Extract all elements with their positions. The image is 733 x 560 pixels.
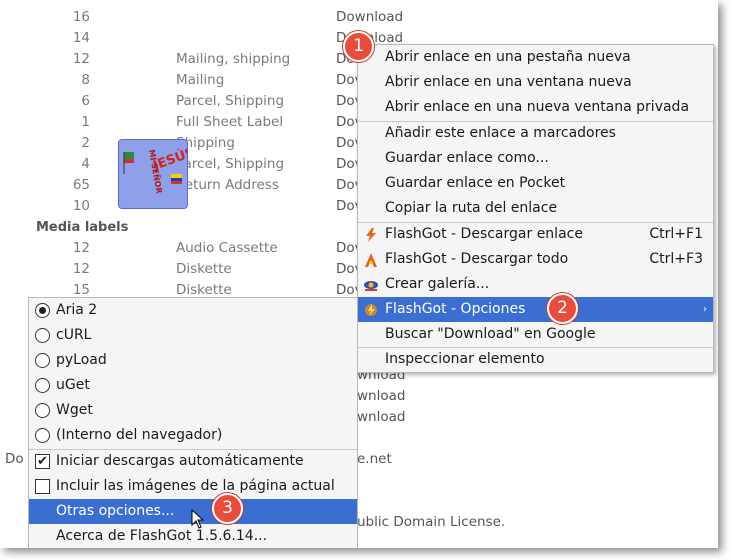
menu-flashgot-download-link[interactable]: FlashGot - Descargar enlace Ctrl+F1 [358, 222, 713, 247]
menu-item-label: Crear galería... [385, 276, 490, 292]
gallery-eye-icon [364, 281, 378, 291]
table-cell-count: 10 [72, 198, 90, 214]
menu-save-pocket[interactable]: Guardar enlace en Pocket [358, 171, 713, 196]
radio-label: pyLoad [56, 352, 107, 368]
radio-wget[interactable]: Wget [29, 398, 357, 423]
table-cell-label: Parcel, Shipping [176, 93, 285, 109]
table-cell-count: 1 [81, 114, 90, 130]
radio-label: uGet [56, 377, 90, 393]
section-header: Media labels [36, 220, 129, 235]
menu-open-private-window[interactable]: Abrir enlace en una nueva ventana privad… [358, 95, 713, 120]
checkbox-label: Incluir las imágenes de la página actual [56, 478, 335, 494]
table-cell-label: Full Sheet Label [176, 114, 284, 130]
radio-aria2[interactable]: Aria 2 [29, 298, 357, 323]
checkbox-icon [35, 479, 50, 494]
download-link[interactable]: wnload [357, 388, 405, 404]
table-cell-count: 4 [81, 156, 90, 172]
menu-item-label: Inspeccionar elemento [385, 351, 545, 367]
menu-flashgot-options[interactable]: FlashGot - Opciones › [358, 297, 713, 322]
checkbox-include-images[interactable]: Incluir las imágenes de la página actual [29, 474, 357, 499]
radio-uget[interactable]: uGet [29, 373, 357, 398]
flashgot-all-icon [365, 253, 377, 267]
step-badge-2: 2 [547, 293, 578, 324]
radio-icon [35, 378, 50, 393]
table-cell-label: Parcel, Shipping [176, 156, 285, 172]
browser-page: 16 Download 14 Download 12 Mailing, ship… [0, 0, 718, 548]
menu-item-label: Guardar enlace como... [385, 150, 549, 166]
radio-icon [35, 328, 50, 343]
menu-item-label: Acerca de FlashGot 1.5.6.14... [56, 528, 268, 544]
table-cell-count: 8 [81, 72, 90, 88]
flashgot-options-icon [365, 304, 377, 316]
radio-label: Aria 2 [56, 302, 98, 318]
table-cell-label: Mailing, shipping [176, 51, 291, 67]
menu-open-new-tab[interactable]: Abrir enlace en una pestaña nueva [358, 45, 713, 70]
table-cell-label: Diskette [176, 282, 232, 298]
menu-open-new-window[interactable]: Abrir enlace en una ventana nueva [358, 70, 713, 95]
radio-label: Wget [56, 402, 93, 418]
table-cell-count: 12 [72, 240, 90, 256]
table-cell-label: Audio Cassette [176, 240, 278, 256]
menu-create-gallery[interactable]: Crear galería... [358, 272, 713, 297]
shortcut-label: Ctrl+F1 [649, 226, 703, 242]
radio-icon [35, 403, 50, 418]
table-cell-label: Diskette [176, 261, 232, 277]
table-cell-count: 6 [81, 93, 90, 109]
menu-flashgot-download-all[interactable]: FlashGot - Descargar todo Ctrl+F3 [358, 247, 713, 272]
logo-image: JESÚS MI SEÑOR [119, 140, 187, 208]
menu-item-label: Guardar enlace en Pocket [385, 175, 566, 191]
menu-item-label: FlashGot - Opciones [385, 301, 526, 317]
download-link[interactable]: Download [336, 9, 403, 25]
flashgot-bolt-icon [366, 228, 376, 242]
radio-icon [35, 353, 50, 368]
menu-copy-link[interactable]: Copiar la ruta del enlace [358, 196, 713, 221]
download-link[interactable]: wnload [357, 409, 405, 425]
table-cell-count: 15 [72, 282, 90, 298]
table-cell-count: 2 [81, 135, 90, 151]
step-badge-3: 3 [212, 493, 243, 524]
menu-save-link[interactable]: Guardar enlace como... [358, 146, 713, 171]
submenu-arrow-icon: › [703, 304, 707, 315]
checkbox-checked-icon: ✔ [35, 454, 50, 469]
avatar-logo: JESÚS MI SEÑOR [118, 139, 188, 209]
menu-item-label: FlashGot - Descargar todo [385, 251, 569, 267]
table-cell-label: Mailing [176, 72, 225, 88]
table-cell-count: 16 [72, 9, 90, 25]
table-cell-count: 12 [72, 51, 90, 67]
menu-search-google[interactable]: Buscar "Download" en Google [358, 322, 713, 347]
radio-curl[interactable]: cURL [29, 323, 357, 348]
menu-item-label: Añadir este enlace a marcadores [385, 125, 616, 141]
radio-internal[interactable]: (Interno del navegador) [29, 423, 357, 448]
checkbox-auto-start[interactable]: ✔ Iniciar descargas automáticamente [29, 449, 357, 474]
license-text: ublic Domain License. [357, 514, 506, 530]
menu-item-label: Abrir enlace en una pestaña nueva [385, 49, 631, 65]
site-link[interactable]: e.net [357, 451, 392, 467]
menu-inspect-element[interactable]: Inspeccionar elemento [358, 347, 713, 372]
shortcut-label: Ctrl+F3 [649, 251, 703, 267]
menu-item-label: Abrir enlace en una nueva ventana privad… [385, 99, 690, 115]
table-cell-count: 14 [72, 30, 90, 46]
context-menu: Abrir enlace en una pestaña nueva Abrir … [357, 44, 714, 373]
menu-bookmark-link[interactable]: Añadir este enlace a marcadores [358, 121, 713, 146]
menu-item-label: Abrir enlace en una ventana nueva [385, 74, 632, 90]
menu-item-label: Copiar la ruta del enlace [385, 200, 558, 216]
mouse-cursor-icon [191, 509, 205, 529]
step-badge-1: 1 [343, 31, 374, 62]
radio-label: cURL [56, 327, 92, 343]
menu-item-label: FlashGot - Descargar enlace [385, 226, 583, 242]
radio-label: (Interno del navegador) [56, 427, 223, 443]
menu-item-label: Buscar "Download" en Google [385, 326, 596, 342]
radio-pyload[interactable]: pyLoad [29, 348, 357, 373]
table-cell-count: 65 [72, 177, 90, 193]
checkbox-label: Iniciar descargas automáticamente [56, 453, 304, 469]
radio-selected-icon [35, 303, 50, 318]
radio-icon [35, 428, 50, 443]
table-cell-label: Return Address [176, 177, 279, 193]
menu-item-label: Otras opciones... [56, 503, 175, 519]
table-cell-count: 12 [72, 261, 90, 277]
